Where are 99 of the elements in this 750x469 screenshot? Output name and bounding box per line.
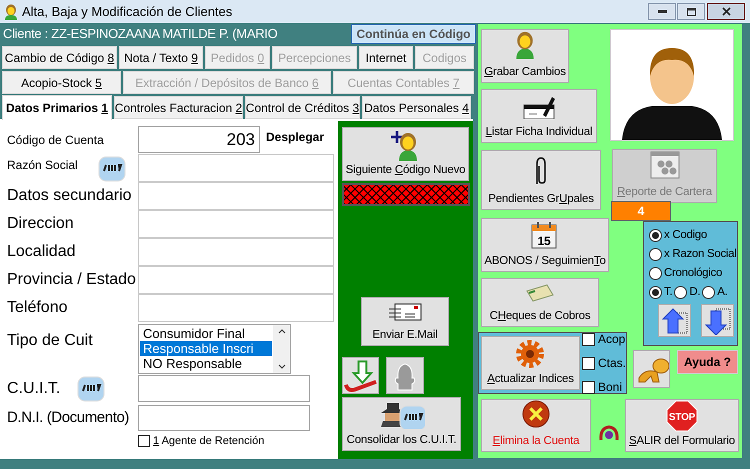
list-option[interactable]: NO Responsable [140, 356, 272, 371]
minimize-button[interactable] [648, 3, 676, 20]
field-label: Direccion [7, 214, 74, 234]
radio-label: Cronológico [664, 266, 722, 280]
cuit-field[interactable] [138, 375, 310, 402]
scrollbar[interactable] [273, 325, 290, 373]
radio-label: x Razon Social [664, 247, 737, 261]
window-title: Alta, Baja y Modificación de Clientes [22, 2, 232, 21]
pending-button[interactable]: Pendientes GrUpales [481, 150, 601, 210]
text-field[interactable] [138, 238, 334, 266]
checkbox[interactable] [138, 435, 150, 448]
checkbox[interactable] [582, 380, 595, 394]
account-code-field[interactable]: 203 [138, 126, 260, 153]
close-button[interactable] [707, 3, 745, 20]
tab[interactable]: Nota / Texto 9 [119, 46, 203, 69]
close-icon [722, 7, 730, 16]
tab[interactable]: Datos Primarios 1 [2, 95, 112, 120]
field-label: Provincia / Estado [7, 270, 136, 290]
minimize-icon [658, 10, 666, 13]
tab[interactable]: Controles Facturacion 2 [114, 96, 243, 119]
checkbox-label: Acop [598, 331, 626, 348]
user-button[interactable] [386, 357, 424, 394]
text-field[interactable] [138, 266, 334, 294]
list-option[interactable]: Responsable Inscri [140, 341, 272, 356]
field-label: D.N.I. (Documento) [7, 408, 130, 428]
radio-button[interactable] [674, 286, 688, 298]
checkbox-label: 1 Agente de Retención [153, 434, 264, 449]
delete-icon [521, 400, 551, 428]
maximize-icon [686, 8, 696, 16]
tab[interactable]: Datos Personales 4 [362, 96, 471, 119]
display-link[interactable]: Desplegar [266, 128, 324, 146]
down-arrow-icon [704, 306, 732, 334]
next-code-button[interactable]: Siguiente Código Nuevo [342, 127, 469, 181]
logo-icon [598, 424, 620, 442]
field-label: Tipo de Cuit [7, 331, 94, 351]
radio-label: A. [717, 285, 728, 299]
dni-field[interactable] [138, 405, 310, 431]
radio-button[interactable] [702, 286, 716, 298]
field-label: Código de Cuenta [7, 132, 105, 149]
radio-button[interactable] [649, 286, 662, 298]
down-arrow-icon [343, 358, 378, 392]
field-label: C.U.I.T. [7, 378, 62, 398]
text-field[interactable] [138, 154, 334, 182]
scroll-down-icon [278, 364, 286, 369]
afip-logo-icon [398, 405, 424, 429]
user-icon [4, 4, 18, 20]
tab[interactable]: Cambio de Código 8 [2, 46, 117, 69]
payments-button[interactable]: 15 ABONOS / SeguimienTo [481, 218, 609, 272]
scroll-up-icon [278, 329, 286, 334]
update-indexes-button[interactable]: Actualizar Indices [481, 336, 580, 390]
checkbox-label: Boni [598, 379, 622, 396]
field-label: Razón Social [7, 157, 78, 174]
checkbox[interactable] [582, 332, 595, 346]
maximize-button[interactable] [677, 3, 705, 20]
save-button[interactable]: Grabar Cambios [481, 29, 569, 83]
delete-account-button[interactable]: Elimina la Cuenta [481, 399, 591, 452]
text-field[interactable] [138, 182, 334, 210]
report-icon [650, 151, 680, 179]
calendar-day: 15 [538, 234, 550, 248]
count-badge: 4 [611, 201, 671, 221]
exit-button[interactable]: STOP SALIR del Formulario [625, 399, 739, 452]
checkbox[interactable] [582, 356, 595, 370]
radio-label: x Codigo [664, 228, 707, 242]
cuit-type-list[interactable]: Consumidor Final Responsable Inscri NO Responsable [138, 324, 291, 374]
afip-logo-icon [98, 156, 126, 182]
lookup-button[interactable] [98, 156, 126, 182]
text-field[interactable] [138, 294, 334, 322]
sort-up-button[interactable] [658, 304, 691, 337]
afip-logo-icon [77, 376, 105, 402]
email-icon [387, 302, 423, 322]
radio-label: T. [664, 285, 672, 299]
print-card-button[interactable]: Listar Ficha Individual [481, 89, 597, 143]
client-name: Cliente : ZZ-ESPINOZAANA MATILDE P. (MARIO [2, 24, 278, 43]
checks-button[interactable]: CHeques de Cobros [481, 278, 599, 327]
import-button[interactable] [342, 357, 379, 394]
checkbox-label: Ctas. [598, 355, 626, 372]
continue-button[interactable]: Continúa en Código [351, 24, 476, 44]
consolidate-button[interactable]: Consolidar los C.U.I.T. [342, 397, 461, 451]
list-option[interactable]: Consumidor Final [140, 326, 272, 341]
signature-icon [523, 95, 555, 119]
tab[interactable]: Control de Créditos 3 [245, 96, 360, 119]
field-label: Teléfono [7, 298, 68, 318]
stop-sign-text: STOP [668, 412, 696, 423]
radio-button[interactable] [649, 228, 662, 242]
sort-down-button[interactable] [701, 304, 734, 337]
radio-button[interactable] [649, 248, 662, 260]
field-label: Datos secundario [7, 186, 132, 206]
gear-icon [514, 338, 546, 370]
field-label: Localidad [7, 242, 76, 262]
send-email-button[interactable]: Enviar E.Mail [361, 297, 449, 346]
tab[interactable]: Acopio-Stock 5 [2, 71, 121, 94]
lookup-button[interactable] [77, 376, 105, 402]
help-button[interactable]: Ayuda ? [677, 350, 738, 374]
tab[interactable]: Internet [359, 46, 413, 69]
text-field[interactable] [138, 210, 334, 238]
up-arrow-icon [660, 306, 688, 334]
radio-button[interactable] [649, 266, 662, 280]
radio-label: D. [689, 285, 700, 299]
assistant-button[interactable] [633, 350, 670, 388]
